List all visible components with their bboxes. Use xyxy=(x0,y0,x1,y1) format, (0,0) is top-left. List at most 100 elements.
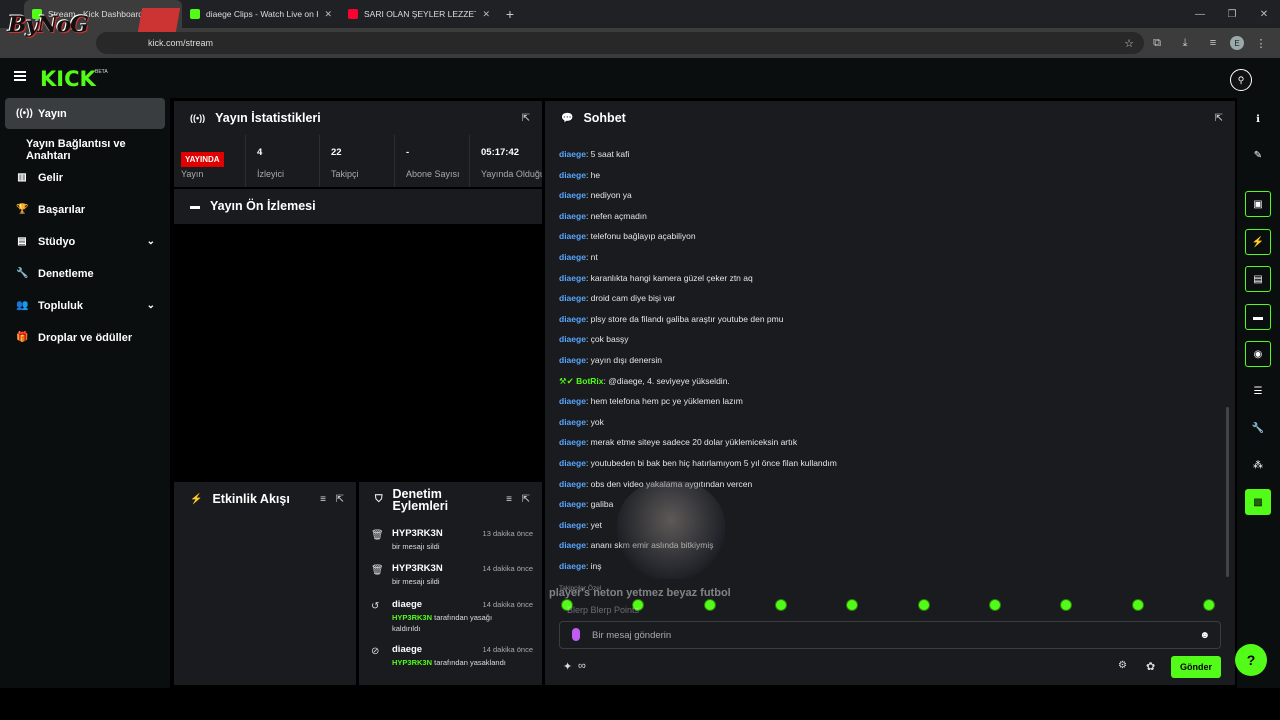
sidebar-item-moderation[interactable]: 🔧 Denetleme xyxy=(5,258,165,289)
download-icon[interactable]: ⤓ xyxy=(1174,32,1196,54)
profile-avatar[interactable]: E xyxy=(1230,36,1244,50)
user-menu-icon[interactable]: ⚲ xyxy=(1230,69,1252,91)
window-close-icon[interactable]: ✕ xyxy=(1248,0,1280,28)
browser-menu-icon[interactable]: ⋮ xyxy=(1250,32,1272,54)
mod-target-user[interactable]: HYP3RK3N xyxy=(392,528,443,539)
chat-scrollbar[interactable] xyxy=(1226,407,1229,577)
chat-username[interactable]: diaege xyxy=(559,499,586,509)
layout-icon[interactable]: ☰ xyxy=(1245,378,1271,404)
chat-username[interactable]: BotRix xyxy=(576,376,603,386)
microphone-icon[interactable] xyxy=(572,628,580,641)
chat-message: diaege: çok basşy xyxy=(559,334,628,344)
emote-icon[interactable] xyxy=(846,599,859,611)
mod-actor[interactable]: HYP3RK3N xyxy=(392,658,432,667)
extension-icon[interactable]: ▩ xyxy=(1245,489,1271,515)
media-icon[interactable]: ≡ xyxy=(1202,32,1224,54)
maximize-icon[interactable]: ❐ xyxy=(1216,0,1248,28)
send-button[interactable]: Gönder xyxy=(1171,656,1221,678)
help-support-icon[interactable]: ? xyxy=(1235,644,1267,676)
kick-logo[interactable]: KICK xyxy=(40,67,96,91)
chat-message: diaege: hem telefona hem pc ye yüklemen … xyxy=(559,396,743,406)
sidebar-item-drops[interactable]: 🎁 Droplar ve ödüller xyxy=(5,322,165,353)
emote-icon[interactable] xyxy=(988,599,1001,611)
emote-icon[interactable] xyxy=(917,599,930,611)
chat-text: : nefen açmadın xyxy=(585,210,647,221)
sidebar-item-stream[interactable]: ((•)) Yayın xyxy=(5,98,165,129)
chat-username[interactable]: diaege xyxy=(559,273,586,283)
mod-target-user[interactable]: HYP3RK3N xyxy=(392,563,443,574)
chat-username[interactable]: diaege xyxy=(559,540,586,550)
apps-icon[interactable]: ⁂ xyxy=(1245,452,1271,478)
stat-value: 4 xyxy=(257,147,263,158)
edit-pencil-icon[interactable]: ✎ xyxy=(1245,142,1271,168)
chat-message-input[interactable]: Bir mesaj gönderin ☻ xyxy=(559,621,1221,649)
popout-icon[interactable]: ⇱ xyxy=(522,113,530,124)
url-field[interactable]: kick.com/stream xyxy=(96,32,1144,54)
gift-icon[interactable]: ✿ xyxy=(1146,660,1155,673)
sidebar: ((•)) Yayın Yayın Bağlantısı ve Anahtarı… xyxy=(0,98,170,688)
chat-username[interactable]: diaege xyxy=(559,231,586,241)
info-icon[interactable]: ℹ xyxy=(1245,106,1271,132)
popout-icon[interactable]: ⇱ xyxy=(336,494,344,505)
document-icon[interactable]: ▤ xyxy=(1245,266,1271,292)
popout-icon[interactable]: ⇱ xyxy=(522,494,530,505)
emoji-icon[interactable]: ☻ xyxy=(1199,630,1210,641)
sidebar-item-studio[interactable]: ▤ Stüdyo ⌄ xyxy=(5,226,165,257)
chat-username[interactable]: diaege xyxy=(559,211,586,221)
wrench-icon[interactable]: 🔧 xyxy=(1245,415,1271,441)
chat-username[interactable]: diaege xyxy=(559,170,586,180)
chat-username[interactable]: diaege xyxy=(559,334,586,344)
mod-actor[interactable]: HYP3RK3N xyxy=(392,613,432,622)
chat-username[interactable]: diaege xyxy=(559,417,586,427)
chat-username[interactable]: diaege xyxy=(559,190,586,200)
filter-icon[interactable]: ≡ xyxy=(320,494,326,505)
chat-text: : yok xyxy=(585,416,604,427)
browser-actions: ☆ ⧉ ⤓ ≡ E ⋮ xyxy=(1118,32,1272,54)
chat-message: diaege: youtubeden bi bak ben hiç hatırl… xyxy=(559,458,837,468)
sidebar-item-label: Stüdyo xyxy=(38,235,76,248)
emote-icon[interactable] xyxy=(774,599,787,611)
points-icon[interactable]: ✦ xyxy=(563,660,572,673)
hamburger-menu-icon[interactable] xyxy=(14,71,26,81)
close-tab-icon[interactable]: ✕ xyxy=(324,9,332,20)
bookmark-star-icon[interactable]: ☆ xyxy=(1118,32,1140,54)
filter-icon[interactable]: ≡ xyxy=(506,494,512,505)
popout-icon[interactable]: ⇱ xyxy=(1215,113,1223,124)
emote-bar xyxy=(561,599,1215,615)
chat-bubble-icon[interactable]: ▬ xyxy=(1245,304,1271,330)
chat-username[interactable]: diaege xyxy=(559,149,586,159)
emote-icon[interactable] xyxy=(1131,599,1144,611)
browser-tab-clips[interactable]: diaege Clips - Watch Live on Ki ✕ xyxy=(182,0,340,28)
chat-username[interactable]: diaege xyxy=(559,252,586,262)
lightning-icon[interactable]: ⚡ xyxy=(1245,229,1271,255)
close-tab-icon[interactable]: ✕ xyxy=(482,9,490,20)
sidebar-item-revenue[interactable]: ▥ Gelir xyxy=(5,162,165,193)
minimize-icon[interactable]: — xyxy=(1184,0,1216,28)
chat-username[interactable]: diaege xyxy=(559,396,586,406)
chat-username[interactable]: diaege xyxy=(559,355,586,365)
chat-username[interactable]: diaege xyxy=(559,437,586,447)
sidebar-item-stream-key[interactable]: Yayın Bağlantısı ve Anahtarı xyxy=(26,138,170,162)
chat-username[interactable]: diaege xyxy=(559,520,586,530)
chat-username[interactable]: diaege xyxy=(559,479,586,489)
broadcast-icon[interactable]: ◉ xyxy=(1245,341,1271,367)
mod-target-user[interactable]: diaege xyxy=(392,644,422,655)
chat-username[interactable]: diaege xyxy=(559,561,586,571)
emote-icon[interactable] xyxy=(703,599,716,611)
browser-tab-youtube[interactable]: SARI OLAN ŞEYLER LEZZETLİDİ ✕ xyxy=(340,0,498,28)
chat-username[interactable]: diaege xyxy=(559,458,586,468)
tab-title: SARI OLAN ŞEYLER LEZZETLİDİ xyxy=(364,9,476,19)
sidebar-item-achievements[interactable]: 🏆 Başarılar xyxy=(5,194,165,225)
emote-icon[interactable] xyxy=(1202,599,1215,611)
emote-icon[interactable] xyxy=(1060,599,1073,611)
new-tab-icon[interactable]: + xyxy=(498,0,522,28)
mod-target-user[interactable]: diaege xyxy=(392,599,422,610)
sidebar-item-community[interactable]: 👥 Topluluk ⌄ xyxy=(5,290,165,321)
camera-focus-icon[interactable]: ▣ xyxy=(1245,191,1271,217)
chat-username[interactable]: diaege xyxy=(559,293,586,303)
chat-text: : galiba xyxy=(585,499,614,510)
extensions-icon[interactable]: ⧉ xyxy=(1146,32,1168,54)
chat-username[interactable]: diaege xyxy=(559,314,586,324)
stream-preview-video[interactable] xyxy=(174,224,542,480)
settings-gear-icon[interactable]: ⚙ xyxy=(1118,660,1127,671)
